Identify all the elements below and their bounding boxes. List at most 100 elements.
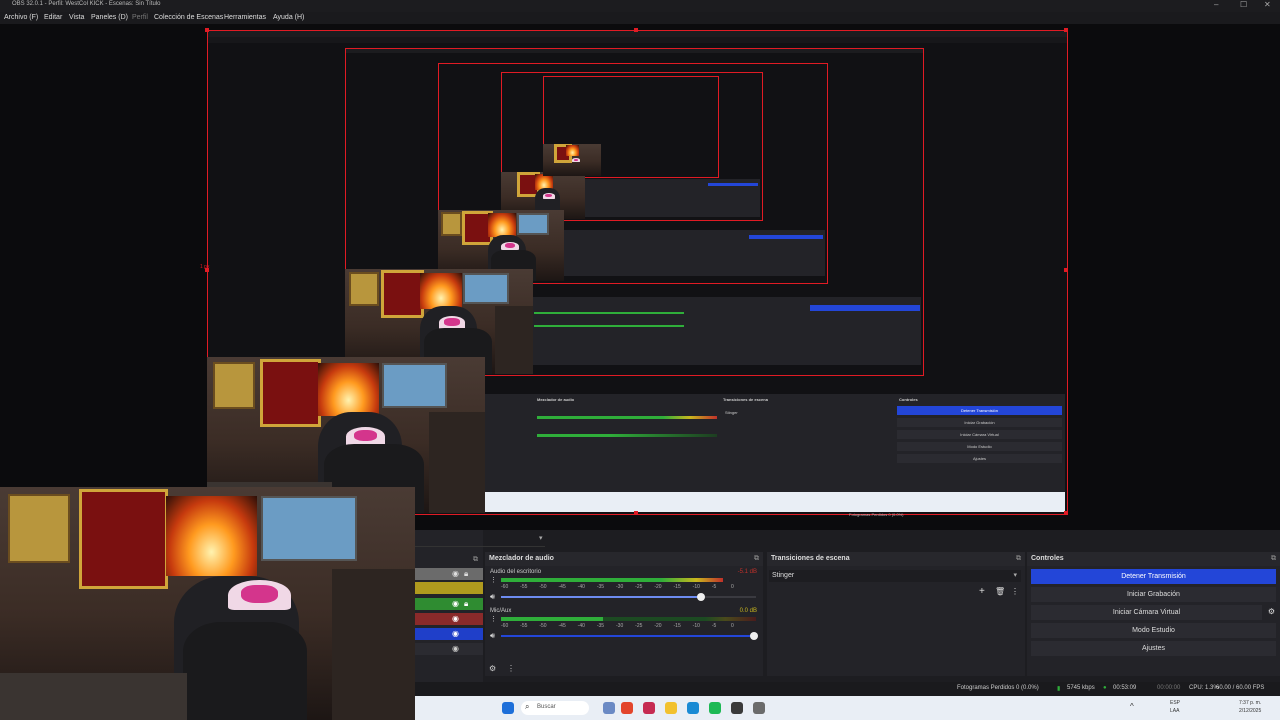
maximize-button[interactable]: ☐ [1240, 0, 1247, 9]
kebab-menu-icon[interactable]: ⋮ [1011, 587, 1019, 596]
kebab-menu-icon[interactable]: ⋮ [490, 576, 497, 584]
resize-handle-br[interactable] [1064, 511, 1068, 515]
transition-select-value: Stinger [772, 572, 795, 579]
meter-tick-label: -5 [711, 623, 717, 629]
source-row-1[interactable] [415, 568, 483, 580]
meter-tick-label: -50 [539, 584, 547, 590]
menu-vista[interactable]: Vista [69, 14, 84, 21]
preview-canvas[interactable]: Mezclador de audio Transiciones de escen… [0, 24, 1280, 530]
meter-tick-label: -25 [635, 623, 643, 629]
scene-transitions-title: Transiciones de escena [771, 555, 850, 562]
resize-handle-tr[interactable] [1064, 28, 1068, 32]
studio-mode-button[interactable]: Modo Estudio [1031, 623, 1276, 638]
window-titlebar: OBS 32.0.1 - Perfil: WestCol KICK - Esce… [0, 0, 1280, 12]
start-recording-button[interactable]: Iniciar Grabación [1031, 587, 1276, 602]
meter-tick-label: -40 [577, 623, 585, 629]
eye-icon[interactable]: ◉ [452, 629, 459, 638]
minimize-button[interactable]: – [1214, 0, 1218, 9]
meter-tick-label: -10 [692, 584, 700, 590]
lock-icon[interactable]: 🔒︎ [464, 599, 468, 609]
lock-icon[interactable]: 🔒︎ [464, 569, 468, 579]
rec-time: 00:00:00 [1157, 685, 1181, 691]
language-indicator[interactable]: ESP [1170, 700, 1180, 706]
kebab-menu-icon[interactable]: ⋮ [507, 664, 515, 673]
kebab-menu-icon[interactable]: ⋮ [490, 615, 497, 623]
menu-perfil[interactable]: Perfil [132, 14, 148, 21]
taskbar-search[interactable]: ⌕ Buscar [521, 701, 589, 715]
distance-label: 1 px [200, 264, 210, 270]
chevron-down-icon[interactable]: ▾ [539, 534, 543, 542]
speaker-icon[interactable]: 🔊︎ [490, 592, 495, 602]
eye-icon[interactable]: ◉ [452, 644, 459, 653]
search-icon: ⌕ [525, 702, 530, 711]
channel-db-desktop: -5.1 dB [737, 569, 757, 575]
undock-icon[interactable]: ⧉ [754, 555, 759, 563]
undock-icon[interactable]: ⧉ [1016, 555, 1021, 563]
resize-handle-b[interactable] [634, 511, 638, 515]
edge-icon[interactable] [687, 702, 699, 714]
obs-icon[interactable] [731, 702, 743, 714]
scene-transitions-panel: Transiciones de escena ⧉ Stinger ▾ + 🗑︎ … [767, 552, 1025, 676]
eye-icon[interactable]: ◉ [452, 614, 459, 623]
volume-meter-desktop [501, 578, 723, 582]
taskbar-time[interactable]: 7:37 p. m. [1239, 700, 1261, 706]
close-button[interactable]: ✕ [1264, 0, 1271, 9]
stop-streaming-button[interactable]: Detener Transmisión [1031, 569, 1276, 584]
folder-icon[interactable] [665, 702, 677, 714]
source-row-5[interactable] [415, 628, 483, 640]
start-virtual-camera-button[interactable]: Iniciar Cámara Virtual [1031, 605, 1262, 620]
widget-icon[interactable] [603, 702, 615, 714]
volume-slider-desktop-fill [501, 596, 701, 598]
eye-icon[interactable]: ◉ [452, 569, 459, 578]
channel-db-mic: 0.0 dB [739, 608, 757, 614]
nested-mixer-title: Mezclador de audio [537, 397, 575, 402]
resize-handle-r[interactable] [1064, 268, 1068, 272]
meter-tick-label: -55 [520, 584, 528, 590]
meter-tick-label: -60 [501, 623, 509, 629]
nested-meter-desktop [537, 416, 717, 419]
nested-taskbar [485, 492, 1065, 512]
volume-slider-mic[interactable] [750, 632, 758, 640]
speaker-icon[interactable]: 🔊︎ [490, 631, 495, 641]
sources-panel: ▾ ⧉ ◉ 🔒︎ ◉ 🔒︎ ◉ ◉ ◉ [415, 530, 545, 682]
app-icon[interactable] [643, 702, 655, 714]
advanced-audio-icon[interactable]: ⚙ [489, 664, 496, 673]
resize-handle-tl[interactable] [205, 28, 209, 32]
bitrate: 5745 kbps [1067, 685, 1095, 691]
source-row-2[interactable] [415, 582, 483, 594]
menu-archivo[interactable]: Archivo (F) [4, 14, 38, 21]
undock-icon[interactable]: ⧉ [473, 556, 478, 564]
channel-name-mic: Mic/Aux [490, 608, 512, 614]
source-row-6[interactable] [415, 643, 483, 655]
menu-paneles[interactable]: Paneles (D) [91, 14, 128, 21]
windows-taskbar: ⌕ Buscar ^ ESP LAA 7:37 p. m. 2/12/2025 [415, 696, 1280, 720]
nested-virtual-cam: Iniciar Cámara Virtual [897, 430, 1062, 439]
chevron-up-icon[interactable]: ^ [1130, 702, 1134, 711]
source-row-4[interactable] [415, 613, 483, 625]
settings-button[interactable]: Ajustes [1031, 641, 1276, 656]
eye-icon[interactable]: ◉ [452, 599, 459, 608]
transition-select[interactable]: Stinger ▾ [769, 570, 1021, 582]
add-transition-button[interactable]: + [979, 586, 985, 597]
meter-tick-label: -15 [673, 584, 681, 590]
nested-transitions-title: Transiciones de escena [723, 397, 768, 402]
trash-icon[interactable]: 🗑︎ [995, 587, 1005, 596]
menu-coleccion-escenas[interactable]: Colección de Escenas [154, 14, 223, 21]
undock-icon[interactable]: ⧉ [1271, 555, 1276, 563]
start-icon[interactable] [502, 702, 514, 714]
gear-icon[interactable]: ⚙ [1268, 607, 1275, 616]
menu-ayuda[interactable]: Ayuda (H) [273, 14, 304, 21]
menu-herramientas[interactable]: Herramientas [224, 14, 266, 21]
volume-slider-desktop[interactable] [697, 593, 705, 601]
meter-tick-label: -15 [673, 623, 681, 629]
chrome-icon[interactable] [621, 702, 633, 714]
source-row-3[interactable] [415, 598, 483, 610]
audio-mixer-title: Mezclador de audio [489, 555, 554, 562]
channel-name-desktop: Audio del escritorio [490, 569, 542, 575]
meter-tick-label: -30 [616, 623, 624, 629]
menu-editar[interactable]: Editar [44, 14, 62, 21]
gear-icon[interactable] [753, 702, 765, 714]
resize-handle-t[interactable] [634, 28, 638, 32]
dock-area: ▾ ⧉ ◉ 🔒︎ ◉ 🔒︎ ◉ ◉ ◉ Mezclador de audio ⧉… [415, 530, 1280, 682]
spotify-icon[interactable] [709, 702, 721, 714]
